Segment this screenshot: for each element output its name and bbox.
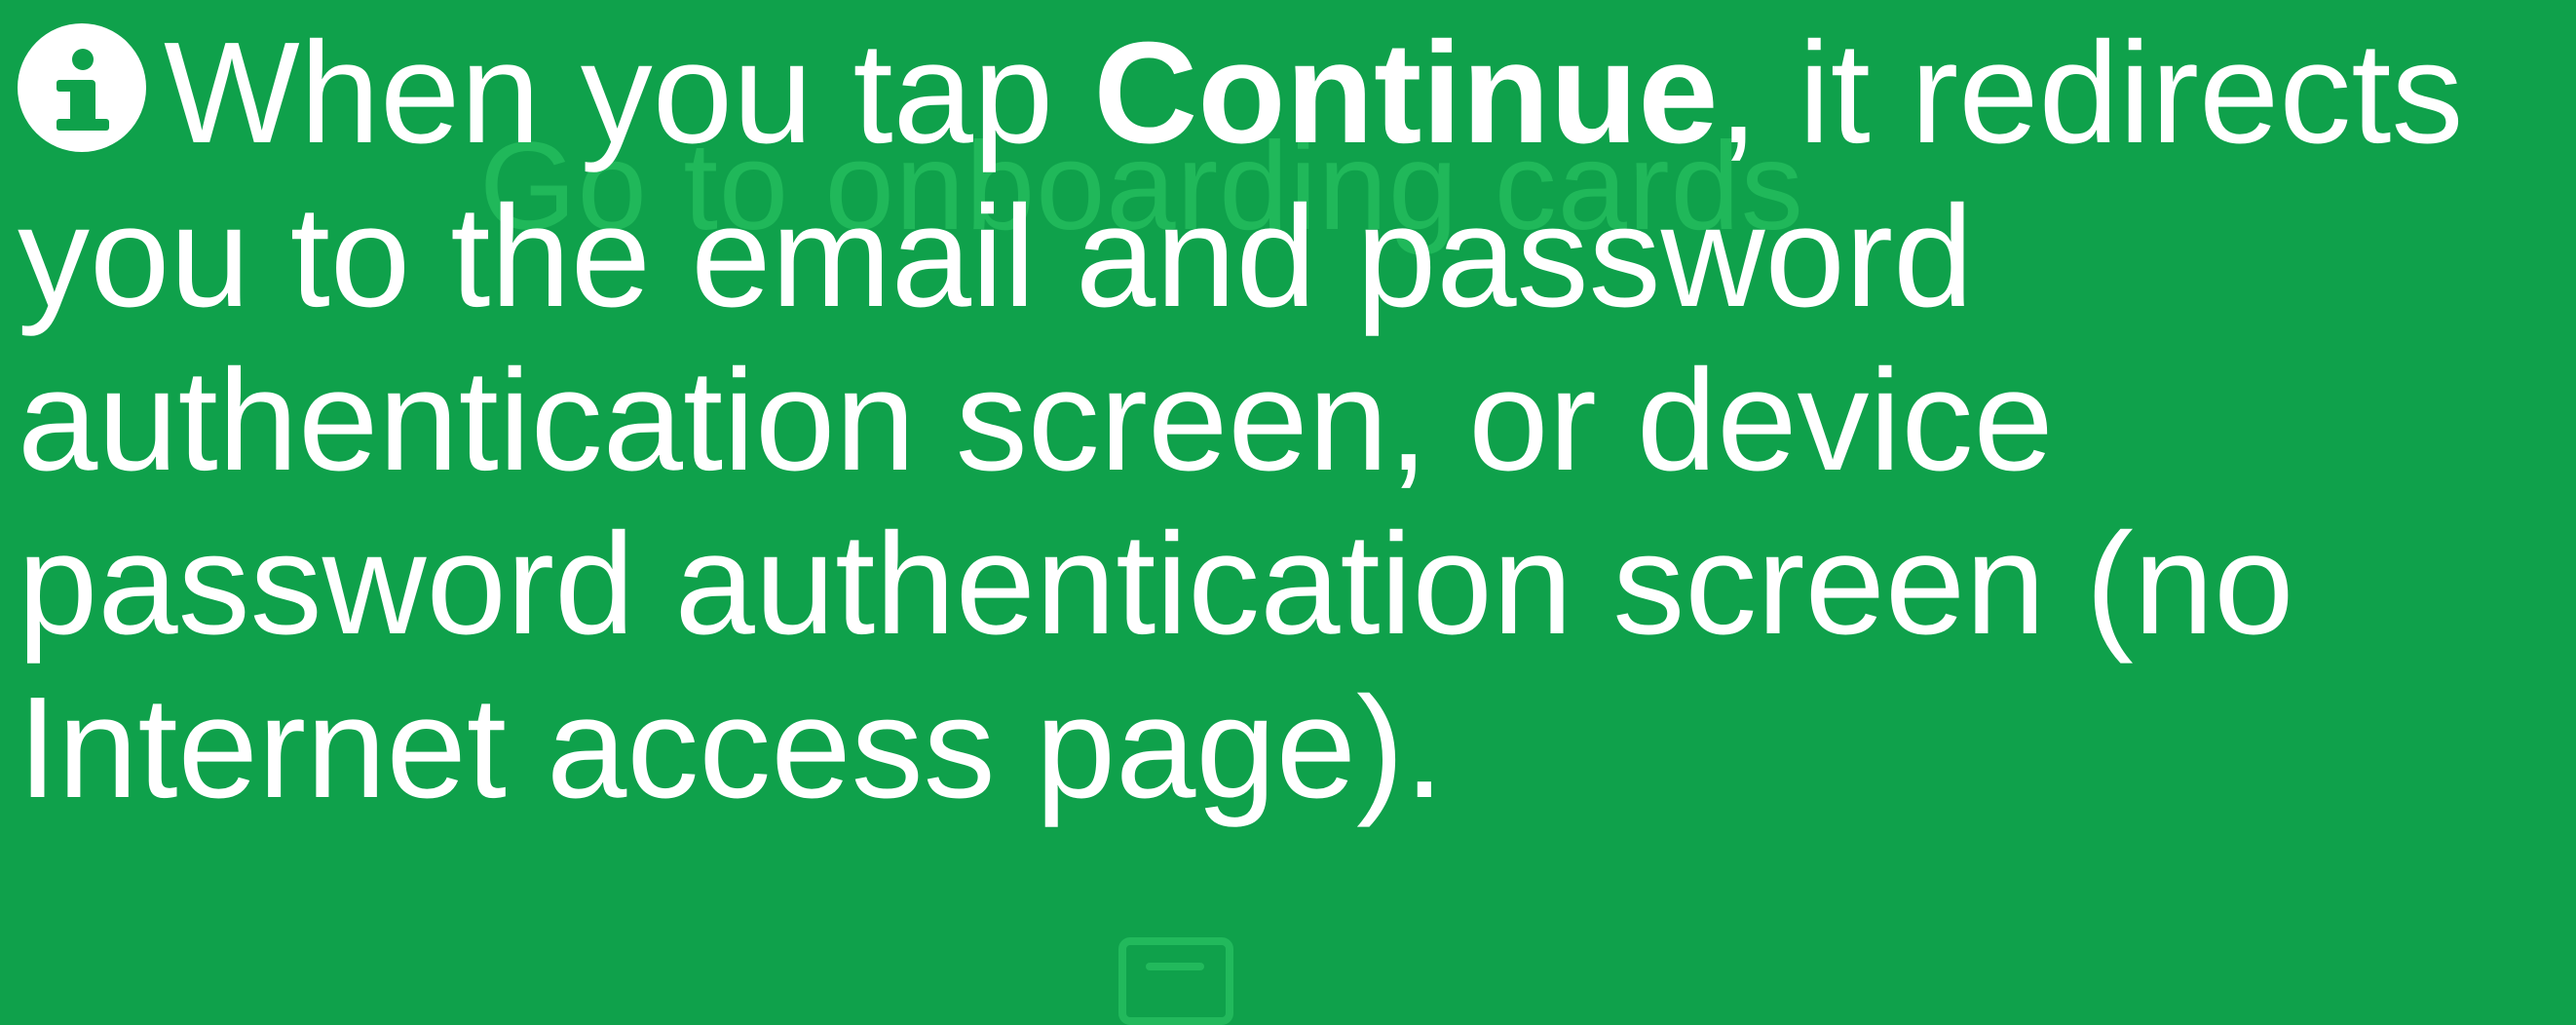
info-text-before: When you tap bbox=[164, 13, 1094, 173]
continue-label: Continue bbox=[1093, 13, 1719, 173]
background-card-icon bbox=[1118, 937, 1233, 1025]
info-message: When you tap Continue, it redirects you … bbox=[18, 12, 2560, 830]
info-icon bbox=[18, 23, 146, 152]
